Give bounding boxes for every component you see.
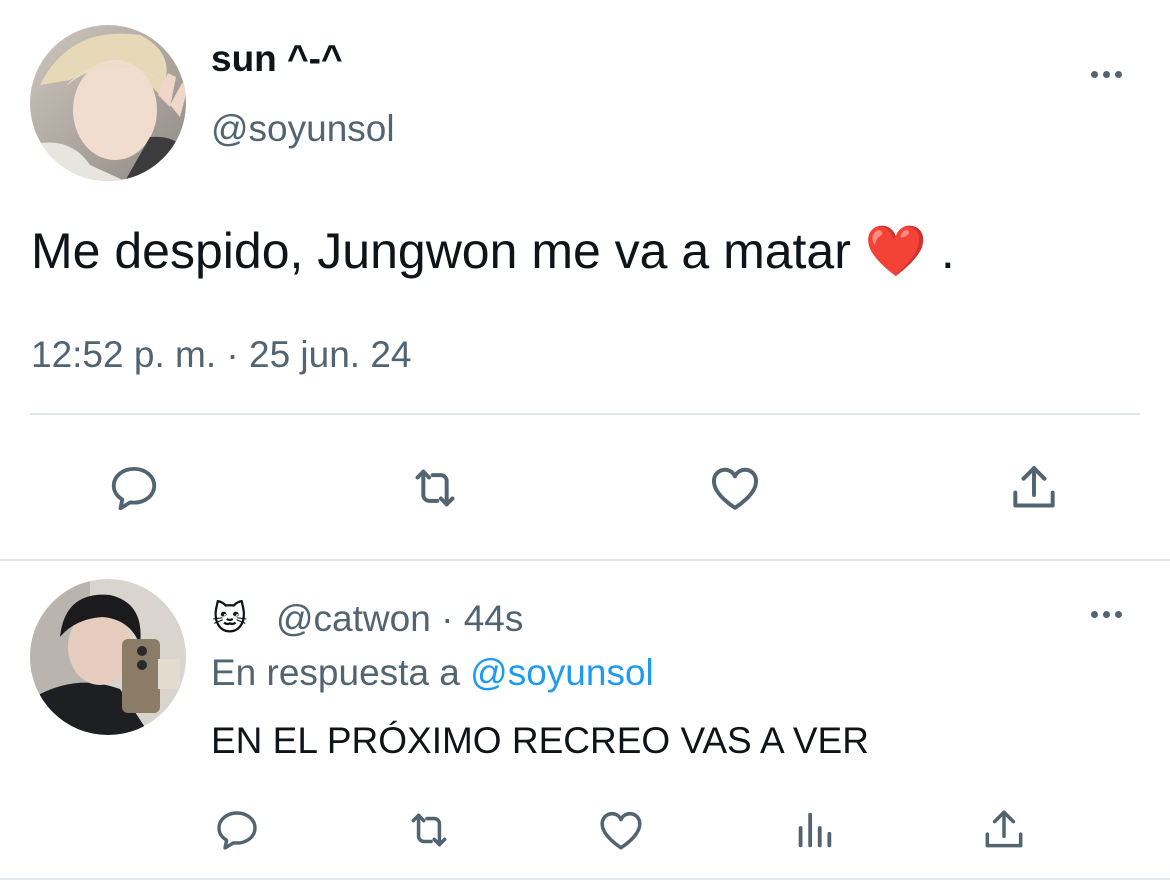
avatar-photo — [30, 25, 186, 181]
reply-handle[interactable]: @catwon — [276, 598, 431, 639]
analytics-button[interactable] — [788, 804, 840, 856]
reply-icon — [111, 466, 157, 511]
share-button[interactable] — [1003, 458, 1065, 518]
reply-emoji-name[interactable]: 🐱 — [212, 599, 247, 639]
share-icon — [1013, 466, 1055, 508]
main-avatar[interactable] — [30, 25, 186, 181]
reply-separator: · — [441, 598, 454, 639]
retweet-icon — [411, 813, 447, 847]
reply-retweet-button[interactable] — [400, 804, 458, 856]
tweet-timestamp[interactable]: 12:52 p. m. · 25 jun. 24 — [31, 334, 412, 376]
reply-time[interactable]: 44s — [464, 598, 524, 639]
retweet-button[interactable] — [400, 458, 470, 518]
reply-text: EN EL PRÓXIMO RECREO VAS A VER — [211, 720, 869, 761]
divider — [30, 413, 1140, 415]
share-icon — [985, 810, 1023, 848]
reply-header: @catwon · 44s — [276, 598, 523, 640]
more-icon — [1090, 610, 1098, 618]
reply-reply-button[interactable] — [211, 804, 263, 856]
like-icon — [600, 811, 642, 850]
like-icon — [712, 467, 758, 510]
more-options-button[interactable] — [1086, 67, 1126, 81]
reply-more-options-button[interactable] — [1086, 607, 1126, 621]
reply-to-link[interactable]: @soyunsol — [470, 652, 654, 693]
section-divider — [0, 559, 1170, 561]
analytics-icon — [798, 812, 832, 848]
retweet-icon — [415, 469, 455, 507]
reply-avatar[interactable] — [30, 579, 186, 735]
main-display-name[interactable]: sun ^-^ — [211, 38, 343, 80]
reply-button[interactable] — [102, 458, 166, 518]
like-button[interactable] — [703, 458, 767, 518]
reply-like-button[interactable] — [594, 804, 648, 856]
bottom-divider — [0, 878, 1170, 880]
tweet-text: Me despido, Jungwon me va a matar ❤️ . — [31, 223, 955, 279]
more-icon — [1090, 70, 1098, 78]
reply-prefix: En respuesta a — [211, 652, 460, 693]
avatar-photo — [30, 579, 186, 735]
reply-context: En respuesta a @soyunsol — [211, 652, 654, 694]
reply-icon — [217, 811, 257, 850]
reply-share-button[interactable] — [978, 804, 1030, 856]
main-handle[interactable]: @soyunsol — [211, 108, 395, 150]
